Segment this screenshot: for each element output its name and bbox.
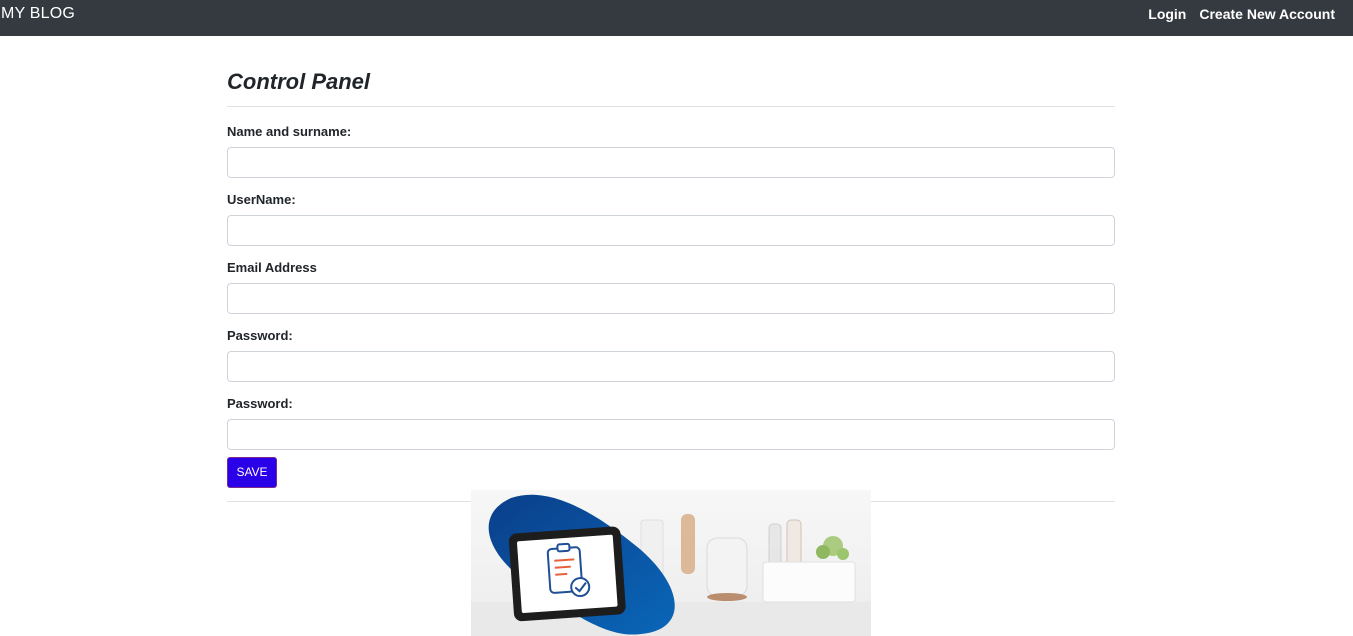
banner-image (471, 490, 871, 636)
username-input[interactable] (227, 215, 1115, 246)
field-name-surname: Name and surname: (227, 123, 1115, 178)
account-form: Name and surname: UserName: Email Addres… (227, 123, 1115, 488)
name-surname-label: Name and surname: (227, 124, 352, 139)
field-password: Password: (227, 327, 1115, 382)
email-label: Email Address (227, 260, 317, 275)
nav-links: Login Create New Account (1148, 6, 1335, 22)
email-input[interactable] (227, 283, 1115, 314)
password-label: Password: (227, 328, 293, 343)
password-confirm-input[interactable] (227, 419, 1115, 450)
checkmark-icon (570, 577, 591, 598)
login-link[interactable]: Login (1148, 6, 1186, 22)
page-title: Control Panel (227, 69, 371, 94)
password-confirm-label: Password: (227, 396, 293, 411)
top-navbar: MY BLOG Login Create New Account (0, 0, 1353, 36)
name-surname-input[interactable] (227, 147, 1115, 178)
create-account-link[interactable]: Create New Account (1199, 6, 1335, 22)
field-username: UserName: (227, 191, 1115, 246)
field-email: Email Address (227, 259, 1115, 314)
title-divider (227, 106, 1115, 107)
field-password-confirm: Password: (227, 395, 1115, 450)
brand-link[interactable]: MY BLOG (1, 5, 75, 23)
control-panel-container: Control Panel Name and surname: UserName… (227, 66, 1115, 502)
save-button[interactable]: SAVE (227, 456, 277, 488)
username-label: UserName: (227, 192, 296, 207)
tablet-icon (508, 526, 626, 622)
password-input[interactable] (227, 351, 1115, 382)
